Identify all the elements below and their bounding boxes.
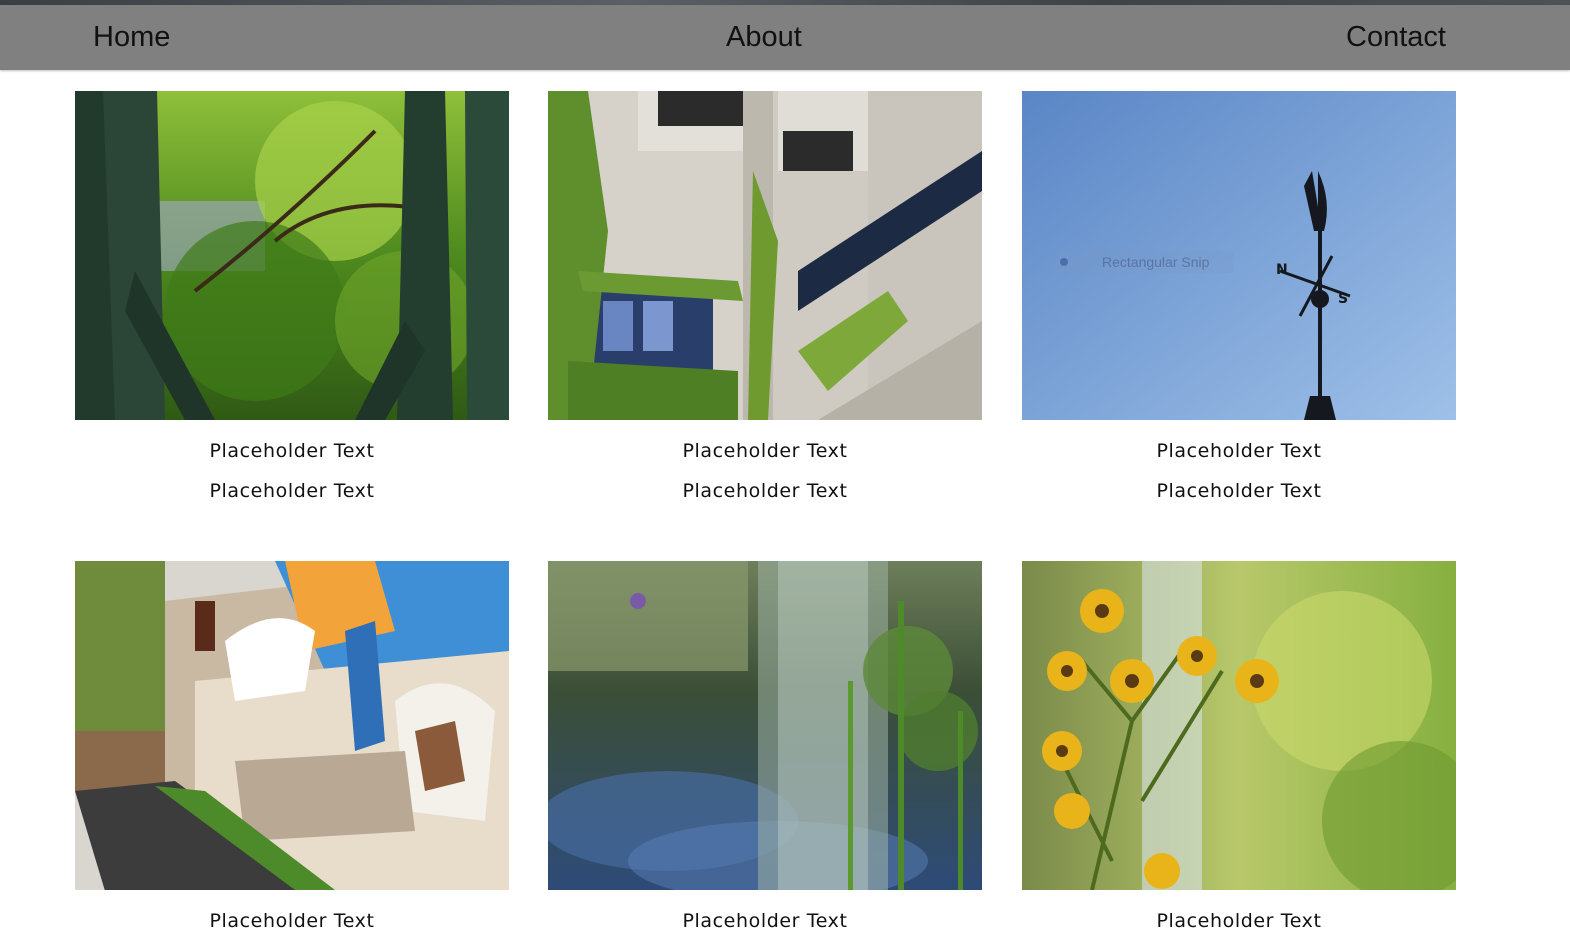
card-caption-line1: Placeholder Text — [1156, 440, 1322, 462]
fountain-pond-photo[interactable] — [548, 561, 982, 890]
card-caption-line1: Placeholder Text — [1156, 910, 1322, 932]
svg-text:S: S — [1338, 291, 1348, 307]
card-caption-line2: Placeholder Text — [1156, 480, 1322, 502]
card-caption-line2: Placeholder Text — [682, 480, 848, 502]
yellow-flowers-waterfall-photo[interactable] — [1022, 561, 1456, 890]
weather-vane-sky-photo[interactable]: N S Rectangular Snip — [1022, 91, 1456, 420]
tree-through-fence-photo[interactable] — [75, 91, 509, 420]
rectangular-snip-overlay[interactable]: Rectangular Snip — [1056, 251, 1234, 273]
nav-link-contact[interactable]: Contact — [1346, 19, 1446, 55]
nav-link-about[interactable]: About — [726, 19, 802, 55]
card-caption-line2: Placeholder Text — [209, 480, 375, 502]
nav-link-home[interactable]: Home — [93, 19, 170, 55]
snip-label: Rectangular Snip — [1102, 254, 1210, 270]
ivy-covered-building-photo[interactable] — [548, 91, 982, 420]
card-caption-line1: Placeholder Text — [209, 440, 375, 462]
snip-icon — [1060, 258, 1068, 266]
svg-text:N: N — [1276, 262, 1288, 278]
card-caption-line1: Placeholder Text — [209, 910, 375, 932]
top-navbar: Home About Contact — [0, 5, 1570, 70]
card-caption-line1: Placeholder Text — [682, 910, 848, 932]
card-caption-line1: Placeholder Text — [682, 440, 848, 462]
graffiti-wall-alley-photo[interactable] — [75, 561, 509, 890]
